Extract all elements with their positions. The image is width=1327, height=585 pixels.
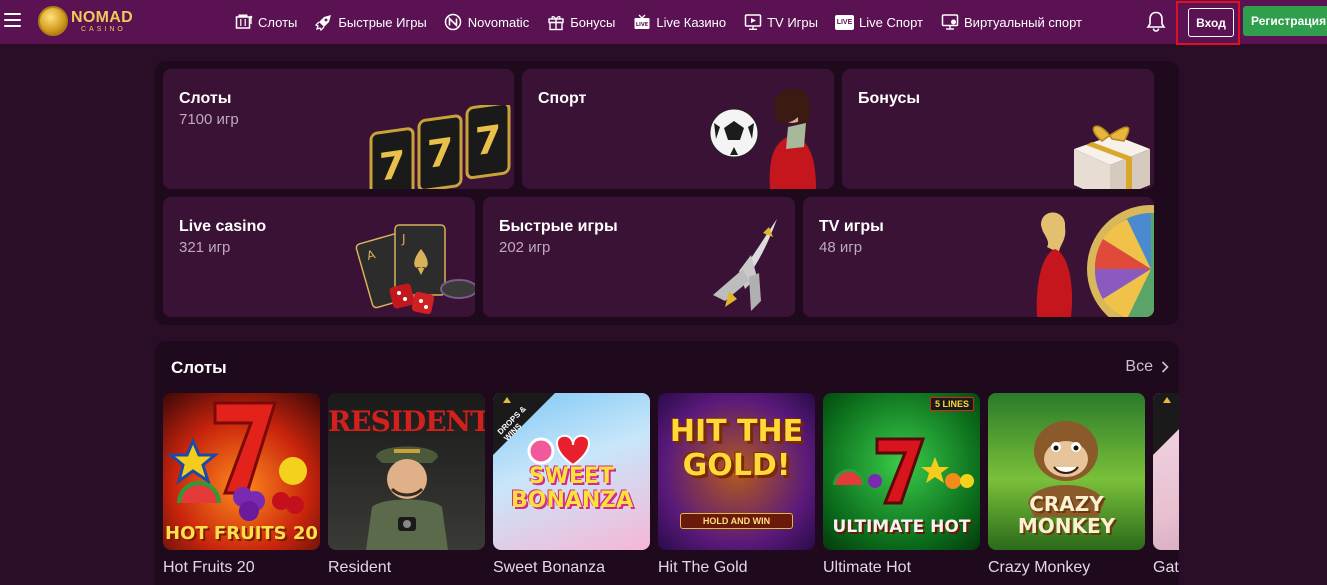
game-card-sweet-bonanza[interactable]: DROPS & WINS SWEET BONANZA Sweet Bonanza <box>493 393 650 577</box>
cards-and-dice-image: A J <box>355 224 475 315</box>
game-thumbnail-title: ULTIMATE HOT <box>832 517 971 537</box>
nav-item-live-casino[interactable]: LIVE Live Казино <box>632 13 726 31</box>
site-logo[interactable]: NOMAD CASINO <box>38 6 133 36</box>
slot-reels-image: 7 7 7 <box>369 105 511 189</box>
category-title: Спорт <box>538 90 587 107</box>
category-title: Быстрые игры <box>499 218 618 235</box>
category-card-bonuses[interactable]: Бонусы <box>842 69 1154 189</box>
nav-item-virtual-sport[interactable]: Виртуальный спорт <box>940 13 1082 31</box>
game-thumbnail: HOT FRUITS 20 <box>163 393 320 550</box>
game-thumbnail: 5 LINES ULTIMATE HOT <box>823 393 980 550</box>
tv-icon <box>743 13 762 31</box>
svg-text:7: 7 <box>475 118 501 165</box>
game-thumbnail: RESIDENT <box>328 393 485 550</box>
hold-and-win-badge: HOLD AND WIN <box>680 513 793 529</box>
nav-item-bonuses[interactable]: Бонусы <box>546 13 615 31</box>
menu-icon[interactable] <box>4 13 21 29</box>
svg-text:7: 7 <box>379 143 405 189</box>
category-card-sport[interactable]: Спорт <box>522 69 834 189</box>
nav-label: TV Игры <box>767 14 818 30</box>
svg-text:7: 7 <box>427 130 453 177</box>
game-thumbnail: DROPS & WINS SWEET BONANZA <box>493 393 650 550</box>
game-thumbnail-title: CRAZY MONKEY <box>1017 492 1116 538</box>
login-button[interactable]: Вход <box>1188 8 1234 37</box>
game-card-hit-the-gold[interactable]: HIT THE GOLD! HOLD AND WIN Hit The Gold <box>658 393 815 577</box>
category-count: 48 игр <box>819 239 863 256</box>
chevron-right-icon <box>1161 361 1169 373</box>
jet-plane-image <box>713 219 777 311</box>
main-nav: Слоты Быстрые Игры Novomatic Бонусы LIVE… <box>234 0 1082 44</box>
live-badge-icon: LIVE <box>834 13 854 31</box>
live-tv-icon: LIVE <box>632 13 651 31</box>
game-name: Resident <box>328 559 392 576</box>
spy-character-image <box>366 446 448 550</box>
register-button[interactable]: Регистрация <box>1243 6 1327 36</box>
game-thumbnail <box>1153 393 1179 550</box>
game-name: Crazy Monkey <box>988 559 1091 576</box>
game-thumbnail: CRAZY MONKEY <box>988 393 1145 550</box>
gift-icon <box>546 13 565 31</box>
game-name: Gates of Olympus <box>1153 559 1179 576</box>
svg-text:J: J <box>401 232 406 246</box>
top-navigation-bar: NOMAD CASINO Слоты Быстрые Игры Novomati… <box>0 0 1327 45</box>
categories-panel: Слоты 7100 игр 7 7 7 Спорт Бонусы Live c… <box>155 61 1179 325</box>
svg-text:LIVE: LIVE <box>636 22 649 28</box>
rocket-icon <box>314 13 333 31</box>
game-card-crazy-monkey[interactable]: CRAZY MONKEY Crazy Monkey <box>988 393 1145 577</box>
monitor-icon <box>940 13 959 31</box>
section-title: Слоты <box>171 358 227 377</box>
nav-item-novomatic[interactable]: Novomatic <box>444 13 529 31</box>
game-card-resident[interactable]: RESIDENT Resident <box>328 393 485 577</box>
game-thumbnail-title: HOT FRUITS 20 <box>165 523 318 544</box>
category-card-live-casino[interactable]: Live casino 321 игр A J <box>163 197 475 317</box>
category-title: Live casino <box>179 218 267 235</box>
category-card-slots[interactable]: Слоты 7100 игр 7 7 7 <box>163 69 514 189</box>
game-name: Hot Fruits 20 <box>163 559 255 576</box>
nav-label: Live Спорт <box>858 14 924 30</box>
notifications-bell-icon[interactable] <box>1145 10 1167 32</box>
nav-label: Быстрые Игры <box>338 14 427 30</box>
logo-coin-icon <box>38 6 68 36</box>
category-title: Бонусы <box>858 90 920 107</box>
nav-label: Novomatic <box>467 14 530 30</box>
nav-label: Live Казино <box>656 14 727 30</box>
game-card-hot-fruits-20[interactable]: HOT FRUITS 20 Hot Fruits 20 <box>163 393 320 577</box>
slot-machine-icon <box>234 13 253 31</box>
nav-item-fast-games[interactable]: Быстрые Игры <box>314 13 427 31</box>
football-player-image <box>709 88 816 189</box>
nav-item-tv-games[interactable]: TV Игры <box>743 13 818 31</box>
drops-and-wins-badge <box>1153 393 1179 455</box>
game-name: Sweet Bonanza <box>493 559 606 576</box>
game-card-ultimate-hot[interactable]: 5 LINES ULTIMATE HOT Ultimate Hot <box>823 393 980 577</box>
live-badge: LIVE <box>834 14 854 30</box>
game-name: Ultimate Hot <box>823 559 912 576</box>
login-highlight-box: Вход <box>1176 1 1240 45</box>
game-card-gates-of-olympus[interactable]: Gates of Olympus <box>1153 393 1179 577</box>
logo-subtitle: CASINO <box>81 25 126 33</box>
category-title: Слоты <box>179 90 232 107</box>
game-thumbnail-title: SWEET BONANZA <box>511 464 634 513</box>
see-all-label: Все <box>1125 358 1153 375</box>
category-count: 321 игр <box>179 239 231 256</box>
category-card-fast-games[interactable]: Быстрые игры 202 игр <box>483 197 795 317</box>
category-count: 202 игр <box>499 239 551 256</box>
game-thumbnail: HIT THE GOLD! HOLD AND WIN <box>658 393 815 550</box>
category-title: TV игры <box>819 218 884 235</box>
slots-section: Слоты Все HOT FRUITS 20 Hot Fruits 20 RE… <box>155 341 1179 585</box>
game-thumbnail-title: HIT THE GOLD! <box>669 414 804 483</box>
nav-item-live-sport[interactable]: LIVE Live Спорт <box>834 13 924 31</box>
category-card-tv-games[interactable]: TV игры 48 игр <box>803 197 1154 317</box>
gift-box-image <box>1074 125 1150 189</box>
nav-item-slots[interactable]: Слоты <box>234 13 297 31</box>
nav-label: Слоты <box>258 14 298 30</box>
logo-name: NOMAD <box>71 8 133 26</box>
nav-label: Бонусы <box>570 14 616 30</box>
nav-label: Виртуальный спорт <box>964 14 1082 30</box>
game-name: Hit The Gold <box>658 559 748 576</box>
novomatic-icon <box>444 13 463 31</box>
see-all-link[interactable]: Все <box>1125 358 1169 376</box>
wheel-host-image <box>1036 205 1154 317</box>
category-count: 7100 игр <box>179 111 239 128</box>
